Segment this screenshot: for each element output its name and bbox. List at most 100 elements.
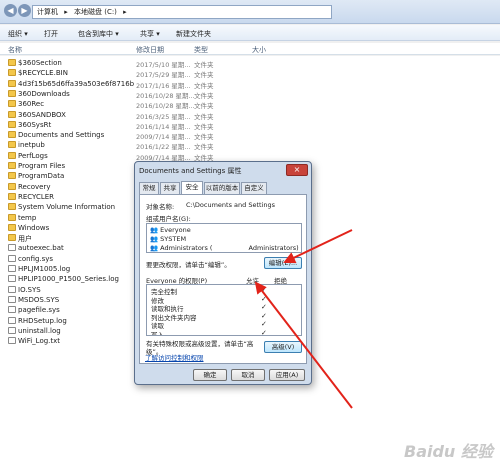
column-size[interactable]: 大小 (252, 45, 266, 55)
address-separator: ▸ (64, 8, 68, 16)
address-separator: ▸ (123, 8, 127, 16)
toolbar: 组织 ▾ 打开 包含到库中 ▾ 共享 ▾ 新建文件夹 (0, 25, 500, 41)
tab-customize[interactable]: 自定义 (241, 182, 267, 194)
file-name: 360Downloads (18, 89, 70, 98)
forward-arrow-icon[interactable]: ▶ (18, 4, 31, 17)
file-icon (8, 275, 16, 283)
file-name: IO.SYS (18, 285, 41, 294)
allow-check-icon[interactable]: ✓ (261, 320, 267, 328)
user-list[interactable]: 👥 Everyone 👥 SYSTEM 👥 Administrators (Ad… (146, 223, 302, 253)
file-name: inetpub (18, 141, 45, 150)
file-name: RECYCLER (18, 192, 55, 201)
address-segment[interactable]: 本地磁盘 (C:) (74, 8, 117, 16)
address-segment[interactable]: 计算机 (37, 8, 58, 16)
folder-icon (8, 234, 16, 242)
list-item[interactable]: 360SANDBOX 2016/3/25 星期... 文件夹 (0, 110, 240, 121)
folder-icon (8, 192, 16, 200)
file-icon (8, 254, 16, 262)
ok-button[interactable]: 确定 (193, 369, 227, 381)
permission-row: 写入 ✓ (151, 329, 267, 336)
file-icon (8, 316, 16, 324)
list-item[interactable]: $360Section 2017/5/10 星期... 文件夹 (0, 58, 240, 69)
allow-check-icon[interactable]: ✓ (261, 295, 267, 303)
file-name: $RECYCLE.BIN (18, 69, 68, 78)
tab-previous-versions[interactable]: 以前的版本 (204, 182, 240, 194)
permission-name: 写入 (151, 330, 164, 336)
new-folder-button[interactable]: 新建文件夹 (176, 29, 211, 39)
apply-button[interactable]: 应用(A) (269, 369, 305, 381)
list-item[interactable]: inetpub 2016/1/22 星期... 文件夹 (0, 140, 240, 151)
tab-security[interactable]: 安全 (181, 181, 203, 194)
advanced-button[interactable]: 高级(V) (264, 341, 302, 353)
organize-button[interactable]: 组织 ▾ (8, 29, 28, 39)
edit-button[interactable]: 编辑(E)... (264, 257, 302, 269)
permissions-list: 完全控制 ✓ 修改 ✓ 读取和执行 ✓ 列出文件夹内容 ✓ 读取 ✓ 写入 ✓ (146, 284, 302, 336)
file-name: Documents and Settings (18, 131, 105, 140)
allow-check-icon[interactable]: ✓ (261, 286, 267, 294)
allow-check-icon[interactable]: ✓ (261, 312, 267, 320)
folder-icon (8, 151, 16, 159)
folder-icon (8, 59, 16, 66)
cancel-button[interactable]: 取消 (231, 369, 265, 381)
list-item[interactable]: 4d3f15b65d6ffa39a503e6f8716b 2017/1/16 星期… (0, 79, 240, 90)
file-name: PerfLogs (18, 151, 48, 160)
column-date[interactable]: 修改日期 (136, 45, 164, 55)
include-library-button[interactable]: 包含到库中 ▾ (78, 29, 119, 39)
security-panel: 对象名称: C:\Documents and Settings 组或用户名(G)… (139, 194, 307, 364)
group-label: 组或用户名(G): (146, 215, 191, 223)
folder-icon (8, 162, 16, 169)
folder-icon (8, 69, 16, 77)
file-name: RHDSetup.log (18, 316, 67, 325)
tab-general[interactable]: 常规 (139, 182, 159, 194)
file-name: ProgramData (18, 172, 65, 181)
user-item[interactable]: 👥 SYSTEM (150, 235, 186, 243)
list-item[interactable]: PerfLogs 2009/7/14 星期... 文件夹 (0, 151, 240, 162)
folder-icon (8, 79, 16, 87)
file-icon (8, 295, 16, 303)
file-icon (8, 326, 16, 334)
folder-icon (8, 120, 16, 128)
open-button[interactable]: 打开 (44, 29, 58, 39)
folder-icon (8, 213, 16, 221)
share-button[interactable]: 共享 ▾ (140, 29, 160, 39)
tab-share[interactable]: 共享 (160, 182, 180, 194)
file-name: HPLIP1000_P1500_Series.log (18, 275, 119, 284)
file-name: temp (18, 213, 37, 222)
object-label: 对象名称: (146, 203, 175, 211)
allow-check-icon[interactable]: ✓ (261, 303, 267, 311)
file-name: System Volume Information (18, 203, 116, 212)
list-item[interactable]: 360SysRt 2016/1/14 星期... 文件夹 (0, 120, 240, 131)
folder-icon (8, 110, 16, 118)
address-input[interactable]: 计算机 ▸ 本地磁盘 (C:) ▸ (32, 5, 332, 19)
close-button[interactable]: × (286, 164, 308, 176)
list-item[interactable]: 360Rec 2016/10/28 星期... 文件夹 (0, 99, 240, 110)
user-item[interactable]: 👥 Everyone (150, 226, 191, 234)
list-item[interactable]: 360Downloads 2016/10/28 星期... 文件夹 (0, 89, 240, 100)
folder-icon (8, 182, 16, 190)
file-name: Windows (18, 223, 50, 232)
file-name: $360Section (18, 59, 62, 67)
list-item[interactable]: $RECYCLE.BIN 2017/5/29 星期... 文件夹 (0, 68, 240, 79)
folder-icon (8, 89, 16, 97)
back-arrow-icon[interactable]: ◀ (4, 4, 17, 17)
column-type[interactable]: 类型 (194, 45, 208, 55)
file-icon (8, 265, 16, 272)
allow-check-icon[interactable]: ✓ (261, 329, 267, 336)
list-item[interactable]: Documents and Settings 2009/7/14 星期... 文件夹 (0, 130, 240, 141)
file-name: MSDOS.SYS (18, 295, 60, 304)
learn-access-link[interactable]: 了解访问控制和权限 (145, 352, 204, 362)
object-value: C:\Documents and Settings (186, 201, 276, 209)
file-icon (8, 285, 16, 293)
user-item[interactable]: 👥 Administrators (Administrators) (150, 244, 299, 252)
file-icon (8, 337, 16, 345)
file-name: 360SysRt (18, 120, 52, 129)
properties-dialog: Documents and Settings 属性 × 常规 共享 安全 以前的… (134, 161, 312, 385)
file-name: 4d3f15b65d6ffa39a503e6f8716b (18, 79, 135, 88)
folder-icon (8, 100, 16, 108)
file-icon (8, 306, 16, 314)
watermark: Baidu 经验 (404, 442, 493, 461)
column-header: 名称 修改日期 类型 大小 (0, 43, 500, 55)
dialog-title: Documents and Settings 属性 (139, 167, 242, 175)
file-name: Program Files (18, 162, 66, 170)
column-name[interactable]: 名称 (8, 45, 22, 55)
